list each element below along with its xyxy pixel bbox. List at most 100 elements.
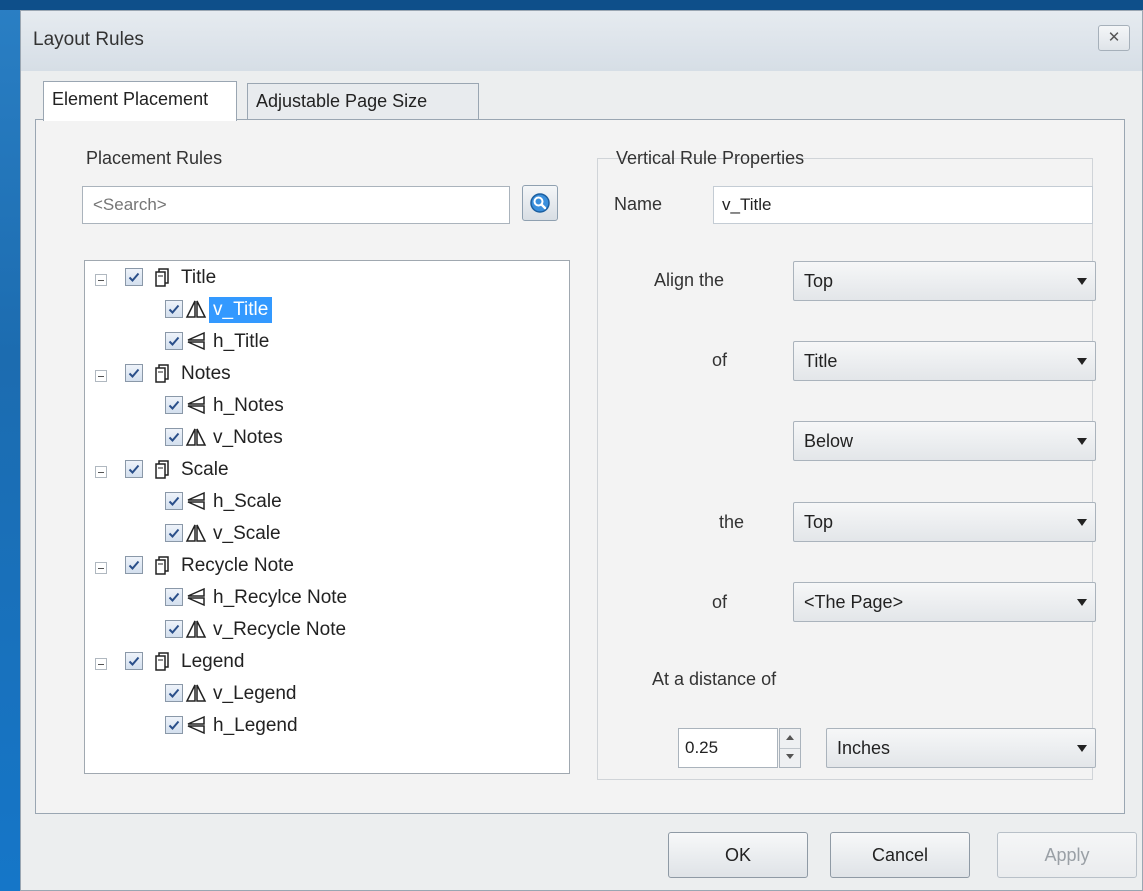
element-group-icon [151,458,173,480]
chevron-down-icon [1077,519,1087,526]
vertical-rule-icon [185,298,207,320]
tree-rule-v_notes[interactable]: v_Notes [85,425,565,455]
element-group-icon [151,266,173,288]
checkbox[interactable] [125,460,143,478]
distance-label: At a distance of [652,669,777,689]
arrow-up-icon [786,735,794,740]
tree-node-label: v_Scale [213,523,281,544]
checkbox[interactable] [165,428,183,446]
tree-rule-v_legend[interactable]: v_Legend [85,681,565,711]
search-icon [530,193,550,213]
checkbox[interactable] [165,300,183,318]
tab-adjustable-page-size[interactable]: Adjustable Page Size [247,83,479,119]
window-title: Layout Rules [33,29,144,50]
tab-element-placement[interactable]: Element Placement [43,81,237,121]
the-position-select[interactable]: Top [793,502,1096,542]
element-group-icon [151,650,173,672]
spin-down-button[interactable] [780,748,800,767]
tree-rule-v_title[interactable]: v_Title [85,297,565,327]
horizontal-rule-icon [185,586,207,608]
tree-rule-h_legend[interactable]: h_Legend [85,713,565,743]
arrow-down-icon [786,754,794,759]
tree-node-label: h_Title [213,331,270,352]
distance-spinner[interactable] [779,728,801,768]
name-field[interactable] [713,186,1093,224]
desktop-top-strip [0,0,1143,10]
name-label: Name [614,194,663,214]
collapse-icon[interactable] [95,562,107,574]
align-select[interactable]: Top [793,261,1096,301]
units-select[interactable]: Inches [826,728,1096,768]
the-label: the [719,512,745,532]
distance-input[interactable] [678,728,778,768]
cancel-button[interactable]: Cancel [830,832,970,878]
vertical-rule-icon [185,522,207,544]
properties-heading: Vertical Rule Properties [616,148,805,168]
checkbox[interactable] [125,556,143,574]
tree-node-label: h_Recylce Note [213,587,348,608]
horizontal-rule-icon [185,330,207,352]
vertical-rule-icon [185,682,207,704]
collapse-icon[interactable] [95,274,107,286]
chevron-down-icon [1077,278,1087,285]
checkbox[interactable] [165,620,183,638]
placement-rules-tree[interactable]: Title v_Title h_Title Notes h_Notes v_Notes Sc… [84,260,570,774]
search-button[interactable] [522,185,558,221]
spin-up-button[interactable] [780,729,800,749]
tree-node-label: Scale [181,459,229,480]
tree-group-recycle-note[interactable]: Recycle Note [85,553,565,583]
tree-group-notes[interactable]: Notes [85,361,565,391]
tree-group-title[interactable]: Title [85,265,565,295]
desktop-background [0,0,20,891]
checkbox[interactable] [125,364,143,382]
tree-node-label: v_Notes [213,427,283,448]
collapse-icon[interactable] [95,466,107,478]
apply-button[interactable]: Apply [997,832,1137,878]
tree-rule-h_recylce-note[interactable]: h_Recylce Note [85,585,565,615]
close-icon: ✕ [1107,29,1121,46]
of-target-select-value: <The Page> [804,592,904,612]
title-bar[interactable]: Layout Rules ✕ [21,11,1142,71]
checkbox[interactable] [165,716,183,734]
tab-label: Element Placement [52,89,209,109]
vertical-rule-icon [185,618,207,640]
chevron-down-icon [1077,599,1087,606]
ok-button[interactable]: OK [668,832,808,878]
tree-node-label: v_Recycle Note [213,619,347,640]
checkbox[interactable] [165,332,183,350]
checkbox[interactable] [125,268,143,286]
tree-group-legend[interactable]: Legend [85,649,565,679]
horizontal-rule-icon [185,714,207,736]
tree-rule-v_recycle-note[interactable]: v_Recycle Note [85,617,565,647]
placement-rules-heading: Placement Rules [86,148,223,168]
tree-rule-h_scale[interactable]: h_Scale [85,489,565,519]
tree-rule-v_scale[interactable]: v_Scale [85,521,565,551]
checkbox[interactable] [125,652,143,670]
relation-select[interactable]: Below [793,421,1096,461]
tree-rule-h_notes[interactable]: h_Notes [85,393,565,423]
checkbox[interactable] [165,588,183,606]
checkbox[interactable] [165,524,183,542]
close-button[interactable]: ✕ [1098,25,1130,51]
of-element-select[interactable]: Title [793,341,1096,381]
chevron-down-icon [1077,358,1087,365]
checkbox[interactable] [165,396,183,414]
search-input[interactable] [82,186,510,224]
tree-group-scale[interactable]: Scale [85,457,565,487]
tree-node-label: h_Legend [213,715,298,736]
checkbox[interactable] [165,492,183,510]
tree-node-label: Legend [181,651,245,672]
relation-select-value: Below [804,431,854,451]
of-label-2: of [712,592,728,612]
tree-rule-h_title[interactable]: h_Title [85,329,565,359]
element-group-icon [151,362,173,384]
collapse-icon[interactable] [95,658,107,670]
tree-node-label: h_Notes [213,395,284,416]
align-select-value: Top [804,271,834,291]
horizontal-rule-icon [185,394,207,416]
of-target-select[interactable]: <The Page> [793,582,1096,622]
checkbox[interactable] [165,684,183,702]
collapse-icon[interactable] [95,370,107,382]
tree-node-label: Title [181,267,217,288]
tab-label: Adjustable Page Size [256,91,428,111]
